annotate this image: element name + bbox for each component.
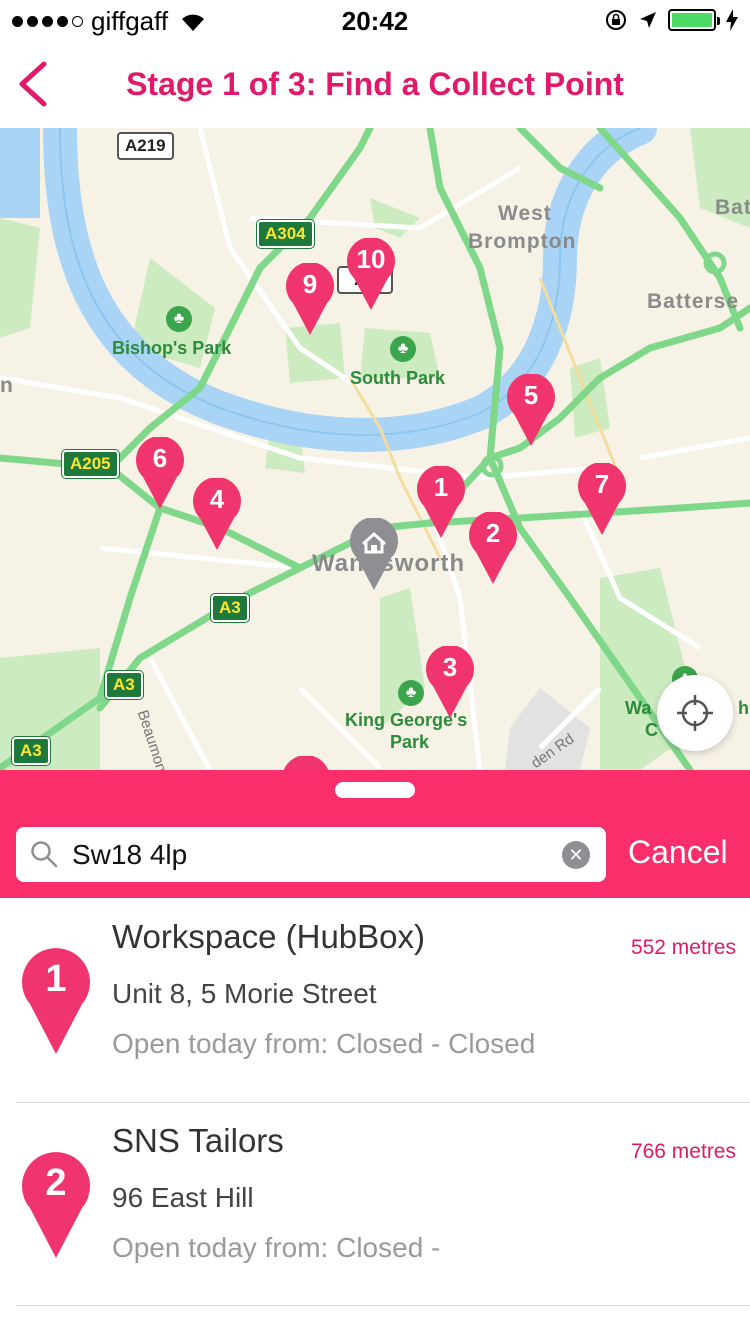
map-pin-6[interactable]: 6 <box>135 437 185 509</box>
map-label-south-park: South Park <box>350 368 446 388</box>
search-bar: ✕ Cancel <box>0 810 750 898</box>
result-name: SNS Tailors <box>112 1122 284 1159</box>
search-icon <box>31 841 58 868</box>
crosshair-icon <box>677 695 713 731</box>
map-label-wandsworth-common-2: C <box>645 720 658 740</box>
close-icon: ✕ <box>568 844 584 865</box>
result-distance: 552 metres <box>630 936 736 959</box>
map-pin-icon <box>283 756 329 770</box>
map-label-battersea-top: Bat <box>715 196 750 219</box>
divider <box>16 1305 750 1306</box>
map-label-edge-h: h <box>738 698 749 718</box>
road-shield-a3: A3 <box>12 737 50 765</box>
road-shield-a3: A3 <box>211 594 249 622</box>
result-distance: 766 metres <box>630 1140 736 1163</box>
park-tree-icon: ♣ <box>166 306 192 332</box>
park-tree-icon: ♣ <box>390 336 416 362</box>
location-arrow-icon <box>640 12 656 28</box>
battery-icon <box>668 9 720 31</box>
clear-search-button[interactable]: ✕ <box>562 841 590 869</box>
result-address: 96 East Hill <box>112 1182 254 1213</box>
cancel-button[interactable]: Cancel <box>628 834 728 871</box>
page-title: Stage 1 of 3: Find a Collect Point <box>126 66 624 102</box>
result-hours: Open today from: Closed - <box>112 1232 441 1263</box>
status-icons <box>604 8 738 32</box>
map-pin-5[interactable]: 5 <box>506 374 556 446</box>
result-hours: Open today from: Closed - Closed <box>112 1028 536 1059</box>
charging-bolt-icon <box>726 9 738 31</box>
road-shield-a219: A219 <box>117 132 174 160</box>
result-pin-icon: 2 <box>20 1148 92 1258</box>
map-pin-partial[interactable] <box>281 756 331 770</box>
map-label-west-brompton: West <box>498 202 552 225</box>
search-input[interactable] <box>72 827 552 882</box>
map-label-wandsworth-common: Wa <box>625 698 652 718</box>
rotation-lock-icon <box>606 10 626 30</box>
home-pin-icon <box>350 518 398 590</box>
road-shield-a3: A3 <box>105 671 143 699</box>
status-bar: giffgaff 20:42 <box>0 0 750 40</box>
road-shield-a304: A304 <box>257 220 314 248</box>
park-tree-icon: ♣ <box>398 680 424 706</box>
drawer-header <box>0 770 750 810</box>
map-label-bishops-park: Bishop's Park <box>112 338 232 358</box>
home-location-pin[interactable] <box>349 518 399 590</box>
result-address: Unit 8, 5 Morie Street <box>112 978 377 1009</box>
navigation-bar: Stage 1 of 3: Find a Collect Point <box>0 40 750 128</box>
map-pin-1[interactable]: 1 <box>416 466 466 538</box>
collect-point-list: 1 Workspace (HubBox) 552 metres Unit 8, … <box>0 898 750 1334</box>
road-shield-a205: A205 <box>62 450 119 478</box>
map-label-edge-n: n <box>0 374 14 397</box>
result-name: Workspace (HubBox) <box>112 918 426 955</box>
map-pin-9[interactable]: 9 <box>285 263 335 335</box>
map-pin-4[interactable]: 4 <box>192 478 242 550</box>
list-item[interactable]: 1 Workspace (HubBox) 552 metres Unit 8, … <box>0 898 750 1102</box>
map-label-king-georges-park: Park <box>390 732 430 752</box>
list-item[interactable]: 2 SNS Tailors 766 metres 96 East Hill Op… <box>0 1102 750 1306</box>
map-label-battersea: Batterse <box>647 290 740 313</box>
result-pin-icon: 1 <box>20 944 92 1054</box>
map-pin-7[interactable]: 7 <box>577 463 627 535</box>
map-pin-3[interactable]: 3 <box>425 646 475 718</box>
map-pin-10[interactable]: 10 <box>346 238 396 310</box>
map-pin-2[interactable]: 2 <box>468 512 518 584</box>
map-label-west-brompton-2: Brompton <box>468 230 577 253</box>
my-location-button[interactable] <box>657 675 733 751</box>
map-view[interactable]: West Brompton Batterse Bat Wandsworth n … <box>0 128 750 770</box>
drawer-drag-handle[interactable] <box>335 782 415 798</box>
search-field-container[interactable]: ✕ <box>16 827 606 882</box>
